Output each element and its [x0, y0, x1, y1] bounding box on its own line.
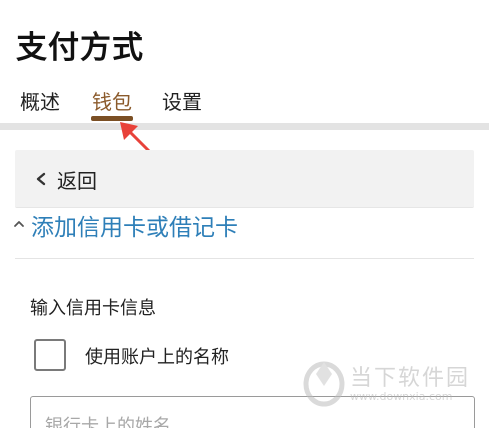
watermark: 当下软件园 www.downxia.com: [302, 356, 482, 408]
watermark-text: 当下软件园: [350, 366, 471, 391]
payment-methods-page: 支付方式 概述 钱包 设置 返回 添加信用卡或借记卡 输入信用卡信息 使用账户上…: [0, 0, 489, 428]
use-account-name-label: 使用账户上的名称: [85, 347, 229, 368]
watermark-logo-icon: [303, 361, 345, 407]
chevron-up-icon[interactable]: [13, 219, 25, 229]
watermark-url: www.downxia.com: [350, 390, 453, 403]
section-divider: [15, 258, 474, 259]
tabs-divider: [0, 123, 489, 130]
tab-overview[interactable]: 概述: [20, 86, 60, 115]
add-card-link[interactable]: 添加信用卡或借记卡: [31, 208, 238, 242]
chevron-left-icon: [36, 172, 46, 186]
back-button[interactable]: 返回: [15, 150, 474, 208]
tab-settings[interactable]: 设置: [162, 86, 202, 115]
tab-wallet[interactable]: 钱包: [92, 86, 132, 115]
use-account-name-checkbox[interactable]: [34, 339, 66, 371]
page-title: 支付方式: [16, 30, 144, 66]
back-label: 返回: [57, 169, 97, 193]
card-info-heading: 输入信用卡信息: [30, 298, 156, 319]
